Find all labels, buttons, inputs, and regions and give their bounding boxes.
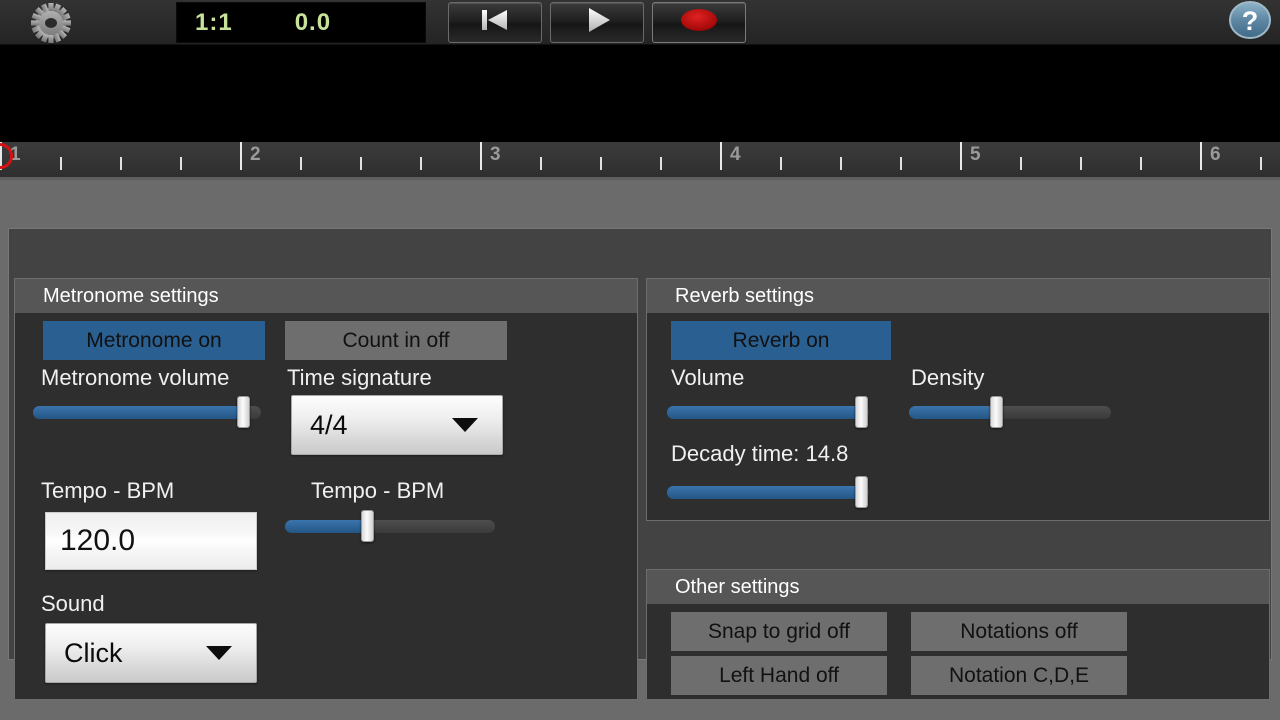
reverb-density-label: Density (911, 365, 985, 390)
rewind-to-start-button[interactable] (448, 2, 542, 43)
timeline-ruler[interactable]: 1 2 3 4 5 6 (0, 142, 1280, 180)
ruler-bar-label: 2 (250, 144, 261, 165)
ruler-beat-tick (60, 157, 62, 170)
tempo-bpm-value: 120.0 (60, 524, 136, 557)
ruler-beat-tick (1140, 157, 1142, 170)
chevron-down-icon (452, 418, 478, 432)
ruler-beat-tick (360, 157, 362, 170)
position-display[interactable]: 1:1 0.0 (176, 2, 426, 43)
sound-label: Sound (41, 591, 105, 616)
slider-thumb[interactable] (236, 396, 250, 428)
other-panel-title: Other settings (647, 570, 1269, 604)
slider-thumb[interactable] (989, 396, 1003, 428)
gear-icon (23, 2, 79, 43)
help-icon: ? (1228, 0, 1272, 45)
metronome-panel-title: Metronome settings (15, 279, 637, 313)
ruler-beat-tick (180, 157, 182, 170)
reverb-volume-slider[interactable] (667, 396, 869, 428)
slider-fill (285, 520, 367, 533)
help-button[interactable]: ? (1228, 0, 1272, 45)
ruler-beat-tick (660, 157, 662, 170)
time-signature-dropdown[interactable]: 4/4 (291, 395, 503, 455)
reverb-panel-title: Reverb settings (647, 279, 1269, 313)
position-bar-beat: 1:1 (195, 8, 233, 36)
sound-value: Click (64, 637, 123, 668)
slider-fill (909, 406, 996, 419)
record-button[interactable] (652, 2, 746, 43)
ruler-bar-tick (480, 142, 482, 170)
tempo-bpm-input[interactable]: 120.0 (45, 512, 257, 570)
metronome-settings-panel: Metronome settings Metronome on Count in… (14, 278, 638, 700)
ruler-beat-tick (840, 157, 842, 170)
reverb-toggle-button[interactable]: Reverb on (671, 321, 891, 360)
ruler-beat-tick (120, 157, 122, 170)
reverb-settings-panel: Reverb settings Reverb on Volume Density… (646, 278, 1270, 521)
sound-dropdown[interactable]: Click (45, 623, 257, 683)
reverb-decay-slider[interactable] (667, 476, 869, 508)
svg-text:?: ? (1242, 6, 1259, 36)
ruler-beat-tick (900, 157, 902, 170)
tempo-slider[interactable] (285, 510, 495, 542)
settings-page: Metronome settings Metronome on Count in… (0, 180, 1280, 700)
reverb-decay-label: Decady time: 14.8 (671, 441, 849, 466)
ruler-bar-tick (1200, 142, 1202, 170)
ruler-beat-tick (1080, 157, 1082, 170)
play-icon (577, 6, 617, 39)
ruler-bar-tick (720, 142, 722, 170)
ruler-beat-tick (420, 157, 422, 170)
record-icon (676, 6, 722, 39)
metronome-volume-slider[interactable] (33, 396, 261, 428)
settings-button[interactable] (18, 0, 84, 45)
slider-thumb[interactable] (854, 476, 868, 508)
slider-fill (667, 406, 861, 419)
slider-thumb[interactable] (360, 510, 374, 542)
play-button[interactable] (550, 2, 644, 43)
ruler-bar-label: 4 (730, 144, 741, 165)
slider-fill (33, 406, 243, 419)
other-settings-panel: Other settings Snap to grid off Notation… (646, 569, 1270, 700)
settings-container: Metronome settings Metronome on Count in… (8, 228, 1272, 700)
left-hand-button[interactable]: Left Hand off (671, 656, 887, 695)
ruler-beat-tick (300, 157, 302, 170)
top-toolbar: 1:1 0.0 ? (0, 0, 1280, 45)
notation-keys-button[interactable]: Notation C,D,E (911, 656, 1127, 695)
ruler-bar-label: 5 (970, 144, 981, 165)
ruler-bar-label: 6 (1210, 144, 1221, 165)
metronome-toggle-button[interactable]: Metronome on (43, 321, 265, 360)
chevron-down-icon (206, 646, 232, 660)
position-time: 0.0 (294, 8, 332, 36)
time-signature-label: Time signature (287, 365, 432, 390)
ruler-bar-tick (960, 142, 962, 170)
reverb-volume-label: Volume (671, 365, 745, 390)
reverb-density-slider[interactable] (909, 396, 1111, 428)
ruler-bar-tick (240, 142, 242, 170)
time-signature-value: 4/4 (310, 409, 348, 440)
count-in-toggle-button[interactable]: Count in off (285, 321, 507, 360)
tempo-slider-label: Tempo - BPM (311, 478, 445, 503)
tempo-bpm-label: Tempo - BPM (41, 478, 175, 503)
ruler-beat-tick (540, 157, 542, 170)
metronome-volume-label: Metronome volume (41, 365, 230, 390)
snap-to-grid-button[interactable]: Snap to grid off (671, 612, 887, 651)
ruler-beat-tick (1020, 157, 1022, 170)
track-area[interactable] (0, 45, 1280, 142)
ruler-beat-tick (780, 157, 782, 170)
slider-fill (667, 486, 861, 499)
notations-button[interactable]: Notations off (911, 612, 1127, 651)
transport-controls (448, 2, 746, 43)
slider-thumb[interactable] (854, 396, 868, 428)
rewind-to-start-icon (473, 7, 517, 38)
ruler-beat-tick (1260, 157, 1262, 170)
ruler-bar-label: 3 (490, 144, 501, 165)
ruler-beat-tick (600, 157, 602, 170)
